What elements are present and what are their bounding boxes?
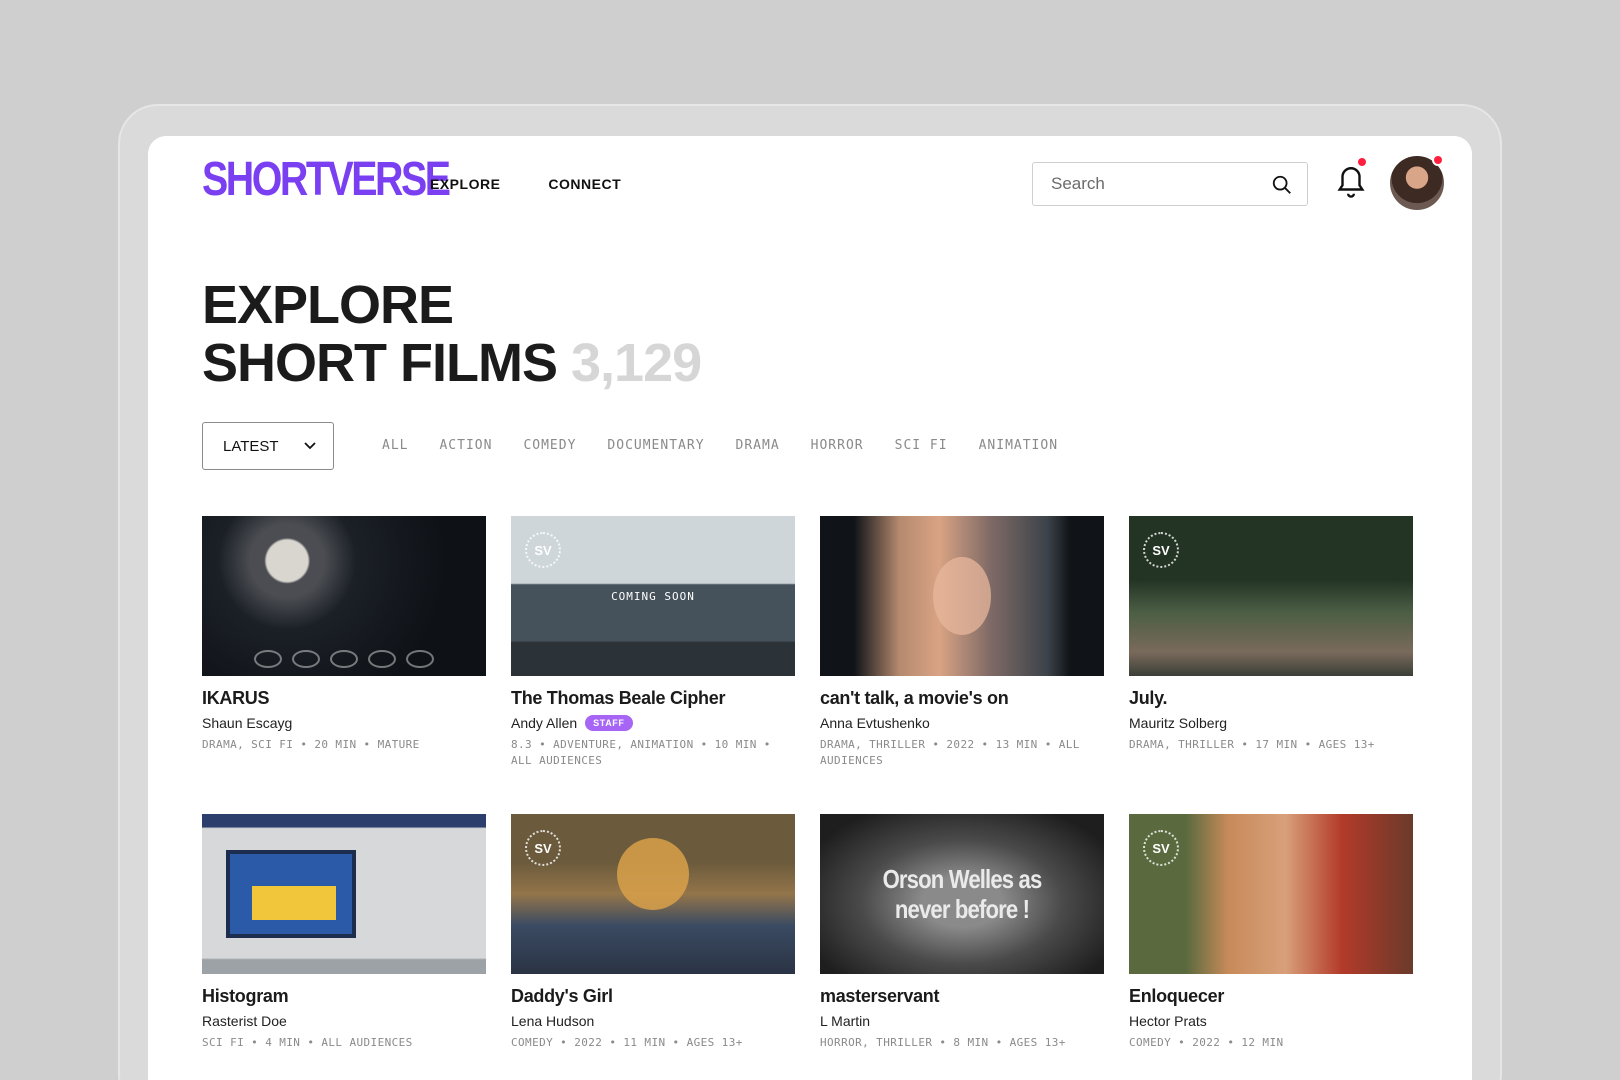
scene-decor xyxy=(511,814,795,974)
creator-name[interactable]: Hector Prats xyxy=(1129,1013,1207,1029)
film-title[interactable]: The Thomas Beale Cipher xyxy=(511,688,795,709)
film-title[interactable]: can't talk, a movie's on xyxy=(820,688,1104,709)
film-card[interactable]: SV July. Mauritz Solberg DRAMA, THRILLER… xyxy=(1129,516,1413,753)
film-meta: DRAMA, SCI FI • 20 MIN • MATURE xyxy=(202,738,420,751)
film-count: 3,129 xyxy=(571,333,702,393)
avatar-status-dot xyxy=(1432,154,1444,166)
film-card[interactable]: IKARUS Shaun Escayg DRAMA, SCI FI • 20 M… xyxy=(202,516,486,753)
genre-horror[interactable]: HORROR xyxy=(811,438,864,453)
film-thumbnail[interactable]: SV xyxy=(511,814,795,974)
thumbnail-overlay-text: Orson Welles as never before ! xyxy=(820,814,1104,974)
notification-dot xyxy=(1356,156,1368,168)
film-creator: Anna Evtushenko xyxy=(820,715,1104,731)
app-screen: SHORTVERSE EXPLORE CONNECT EXPLORE SHORT… xyxy=(148,136,1472,1080)
multimeter-decor xyxy=(202,814,486,974)
laurels-decor xyxy=(202,516,486,676)
sort-dropdown[interactable]: LATEST xyxy=(202,422,334,470)
top-navigation-bar: SHORTVERSE EXPLORE CONNECT xyxy=(148,136,1472,232)
film-thumbnail[interactable]: SV xyxy=(1129,516,1413,676)
notifications-button[interactable] xyxy=(1334,156,1372,202)
shortverse-logo[interactable]: SHORTVERSE xyxy=(202,156,451,204)
genre-all[interactable]: ALL xyxy=(382,438,408,453)
film-meta: COMEDY • 2022 • 11 MIN • AGES 13+ xyxy=(511,1036,743,1049)
film-title[interactable]: Enloquecer xyxy=(1129,986,1413,1007)
film-creator: Andy Allen STAFF xyxy=(511,715,795,731)
film-meta: DRAMA, THRILLER • 17 MIN • AGES 13+ xyxy=(1129,738,1375,751)
portrait-decor xyxy=(820,516,1104,676)
orson-welles-text: Orson Welles as never before ! xyxy=(882,864,1043,924)
search-icon[interactable] xyxy=(1271,174,1293,196)
sort-selected: LATEST xyxy=(223,437,279,455)
film-card[interactable]: SV COMING SOON The Thomas Beale Cipher A… xyxy=(511,516,795,769)
film-card[interactable]: Histogram Rasterist Doe SCI FI • 4 MIN •… xyxy=(202,814,486,1051)
film-card[interactable]: can't talk, a movie's on Anna Evtushenko… xyxy=(820,516,1104,769)
genre-filters: ALL ACTION COMEDY DOCUMENTARY DRAMA HORR… xyxy=(382,438,1058,453)
creator-name[interactable]: Rasterist Doe xyxy=(202,1013,287,1029)
creator-name[interactable]: Anna Evtushenko xyxy=(820,715,930,731)
film-creator: L Martin xyxy=(820,1013,1104,1029)
creator-name[interactable]: Lena Hudson xyxy=(511,1013,594,1029)
film-card[interactable]: SV Enloquecer Hector Prats COMEDY • 2022… xyxy=(1129,814,1413,1051)
genre-drama[interactable]: DRAMA xyxy=(736,438,780,453)
film-meta: DRAMA, THRILLER • 2022 • 13 MIN • ALL AU… xyxy=(820,738,1080,767)
main-nav: EXPLORE CONNECT xyxy=(430,176,621,192)
film-creator: Hector Prats xyxy=(1129,1013,1413,1029)
film-thumbnail[interactable]: Orson Welles as never before ! xyxy=(820,814,1104,974)
film-title[interactable]: Daddy's Girl xyxy=(511,986,795,1007)
sv-badge: SV xyxy=(1143,532,1179,568)
film-thumbnail[interactable]: SV COMING SOON xyxy=(511,516,795,676)
creator-name[interactable]: Shaun Escayg xyxy=(202,715,292,731)
film-meta: 8.3 • ADVENTURE, ANIMATION • 10 MIN • AL… xyxy=(511,738,771,767)
nav-explore[interactable]: EXPLORE xyxy=(430,176,500,192)
creator-name[interactable]: Andy Allen xyxy=(511,715,577,731)
film-thumbnail[interactable] xyxy=(202,814,486,974)
film-title[interactable]: Histogram xyxy=(202,986,486,1007)
creator-name[interactable]: L Martin xyxy=(820,1013,870,1029)
chevron-down-icon xyxy=(304,442,316,450)
film-creator: Shaun Escayg xyxy=(202,715,486,731)
page-title-line1: EXPLORE xyxy=(202,275,454,335)
film-creator: Lena Hudson xyxy=(511,1013,795,1029)
film-card[interactable]: Orson Welles as never before ! masterser… xyxy=(820,814,1104,1051)
search-box xyxy=(1032,162,1308,206)
staff-badge: STAFF xyxy=(585,715,633,731)
search-input[interactable] xyxy=(1051,173,1261,195)
genre-sci-fi[interactable]: SCI FI xyxy=(895,438,948,453)
film-creator: Rasterist Doe xyxy=(202,1013,486,1029)
film-creator: Mauritz Solberg xyxy=(1129,715,1413,731)
film-meta: HORROR, THRILLER • 8 MIN • AGES 13+ xyxy=(820,1036,1066,1049)
film-meta: SCI FI • 4 MIN • ALL AUDIENCES xyxy=(202,1036,413,1049)
film-thumbnail[interactable]: SV xyxy=(1129,814,1413,974)
film-title[interactable]: IKARUS xyxy=(202,688,486,709)
coming-soon-text: COMING SOON xyxy=(611,589,695,603)
genre-comedy[interactable]: COMEDY xyxy=(523,438,576,453)
film-thumbnail[interactable] xyxy=(820,516,1104,676)
film-title[interactable]: July. xyxy=(1129,688,1413,709)
page-title: EXPLORE SHORT FILMS 3,129 xyxy=(202,275,702,393)
film-title[interactable]: masterservant xyxy=(820,986,1104,1007)
film-meta: COMEDY • 2022 • 12 MIN xyxy=(1129,1036,1284,1049)
page-title-line2: SHORT FILMS xyxy=(202,333,558,393)
film-card[interactable]: SV Daddy's Girl Lena Hudson COMEDY • 202… xyxy=(511,814,795,1051)
thumbnail-overlay-text: COMING SOON xyxy=(511,516,795,676)
creator-name[interactable]: Mauritz Solberg xyxy=(1129,715,1227,731)
genre-action[interactable]: ACTION xyxy=(439,438,492,453)
genre-documentary[interactable]: DOCUMENTARY xyxy=(607,438,704,453)
sv-badge: SV xyxy=(1143,830,1179,866)
film-thumbnail[interactable] xyxy=(202,516,486,676)
genre-animation[interactable]: ANIMATION xyxy=(979,438,1058,453)
nav-connect[interactable]: CONNECT xyxy=(548,176,621,192)
